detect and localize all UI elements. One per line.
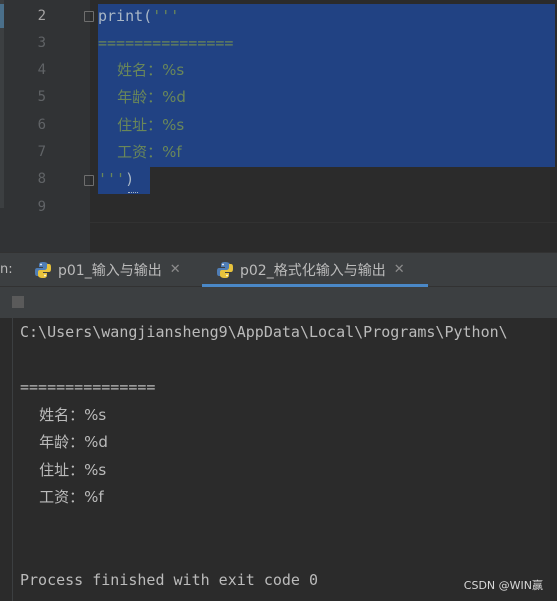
tab-p01[interactable]: p01_输入与输出 ✕ <box>34 253 181 286</box>
line-number-gutter: 2 3 4 5 6 7 8 9 <box>0 0 90 252</box>
code-token: ) <box>125 170 135 188</box>
tab-label: p02_格式化输入与输出 <box>240 262 386 279</box>
close-icon[interactable]: ✕ <box>394 262 405 277</box>
fold-toggle-icon[interactable] <box>84 175 94 186</box>
run-toolbar <box>0 287 557 318</box>
code-token: ''' <box>98 170 126 188</box>
code-editor[interactable]: 2 3 4 5 6 7 8 9 print(''' ==============… <box>0 0 557 253</box>
line-number: 9 <box>37 199 46 215</box>
code-token: ''' <box>152 7 180 25</box>
tab-p02[interactable]: p02_格式化输入与输出 ✕ <box>216 253 405 286</box>
line-number: 2 <box>37 8 46 24</box>
watermark: CSDN @WIN赢 <box>463 579 543 592</box>
console-line: 工资：%f <box>20 488 104 506</box>
close-icon[interactable]: ✕ <box>170 262 181 277</box>
console-divider <box>12 318 13 601</box>
console-line: Process finished with exit code 0 <box>20 571 319 589</box>
code-line[interactable]: ''') <box>98 166 134 193</box>
line-number: 8 <box>37 171 46 187</box>
line-number: 6 <box>37 117 46 133</box>
python-icon <box>217 261 233 278</box>
code-line[interactable]: 工资：%f <box>98 139 182 166</box>
code-token: print( <box>98 7 153 25</box>
run-tab-bar: n: p01_输入与输出 ✕ p02_格式化输入与输出 ✕ <box>0 252 557 287</box>
code-line[interactable]: 年龄：%d <box>98 84 186 111</box>
line-number: 3 <box>37 35 46 51</box>
line-number: 5 <box>37 89 46 105</box>
tab-label: p01_输入与输出 <box>58 262 162 279</box>
run-console[interactable]: C:\Users\wangjiansheng9\AppData\Local\Pr… <box>0 318 557 601</box>
code-line[interactable]: print(''' <box>98 3 179 30</box>
code-line[interactable]: =============== <box>98 30 233 57</box>
tool-window-title: n: <box>0 262 13 277</box>
console-line: 姓名：%s <box>20 406 107 424</box>
editor-empty-area <box>90 222 557 253</box>
line-number: 7 <box>37 144 46 160</box>
python-icon <box>35 261 51 278</box>
console-line: 年龄：%d <box>20 433 108 451</box>
code-line[interactable]: 姓名：%s <box>98 57 184 84</box>
line-number: 4 <box>37 62 46 78</box>
stop-icon[interactable] <box>12 296 24 308</box>
code-line[interactable]: 住址：%s <box>98 112 184 139</box>
console-line: 住址：%s <box>20 461 107 479</box>
console-line: =============== <box>20 378 156 396</box>
warning-squiggle <box>128 190 138 193</box>
console-line: C:\Users\wangjiansheng9\AppData\Local\Pr… <box>20 323 508 341</box>
fold-toggle-icon[interactable] <box>84 11 94 22</box>
